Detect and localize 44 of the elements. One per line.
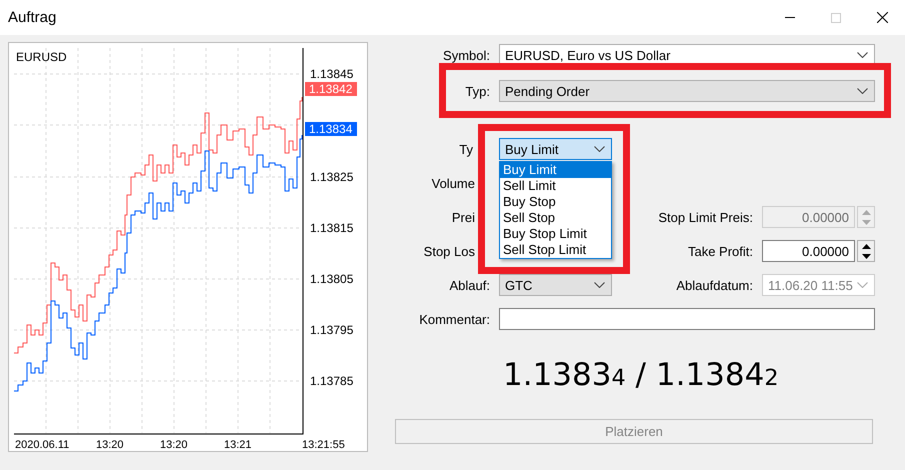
dropdown-option[interactable]: Buy Stop [500,194,611,210]
chevron-down-icon [857,282,868,288]
time-label: 13:20 [96,439,124,451]
dropdown-option[interactable]: Buy Limit [500,162,611,178]
close-icon[interactable] [876,12,888,23]
order-type-dropdown[interactable]: Buy Limit [499,138,612,160]
time-label: 13:21:55 [302,439,345,451]
dropdown-option[interactable]: Buy Stop Limit [500,226,611,242]
field-label: Ty [458,142,474,156]
field-label: Kommentar: [418,312,491,326]
dropdown-option[interactable]: Sell Stop Limit [500,242,611,258]
field-label: Typ: [464,84,491,98]
field-label: Stop Limit Preis: [657,210,754,224]
bid-price-tag: 1.13834 [305,122,357,136]
price-label: 1.13815 [310,221,354,235]
symbol-label: EURUSD [16,50,67,64]
price-label: 1.13795 [310,323,354,337]
field-label: Ablauf: [448,278,491,292]
price-label: 1.13785 [310,374,354,388]
price-label: 1.13805 [310,272,354,286]
window-title: Auftrag [8,9,58,26]
take-profit-field[interactable]: 0.00000 [762,240,855,262]
ask-price-tag: 1.13842 [305,82,357,96]
type-dropdown[interactable]: Pending Order [499,80,875,102]
field-label: Take Profit: [686,244,754,258]
chevron-down-icon [857,88,868,94]
time-label: 2020.06.11 [15,439,70,451]
dropdown-option[interactable]: Sell Stop [500,210,611,226]
field-label: Stop Los [422,244,476,258]
price-label: 1.13845 [310,67,354,81]
chevron-down-icon [594,282,605,288]
field-label: Volume [430,176,476,190]
time-label: 13:20 [160,439,188,451]
expiry-dropdown[interactable]: GTC [499,274,612,296]
field-label: Prei [450,210,476,224]
field-label: Ablaufdatum: [675,278,754,292]
chevron-down-icon [857,52,868,58]
spinner[interactable] [857,240,875,262]
dropdown-option[interactable]: Sell Limit [500,178,611,194]
price-label: 1.13825 [310,170,354,184]
chevron-down-icon [594,146,605,152]
field-label: Symbol: [442,48,491,62]
time-label: 13:21 [224,439,252,451]
comment-field[interactable] [499,308,875,330]
